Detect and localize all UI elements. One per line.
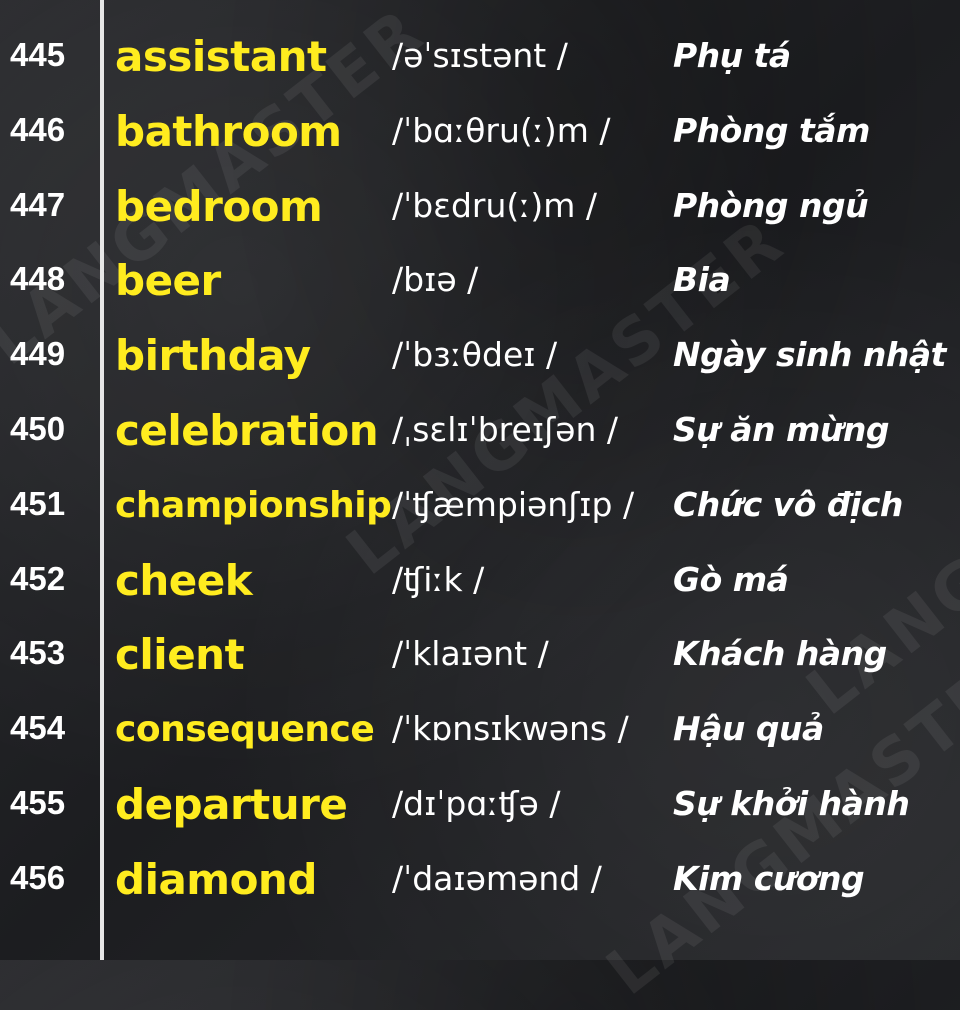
entry-number: 456	[10, 858, 66, 896]
entry-number: 452	[10, 559, 66, 597]
entry-pronunciation: /ˈbɛdru(ː)m /	[392, 185, 598, 225]
entry-meaning: Kim cương	[673, 858, 865, 898]
entry-word: birthday	[115, 331, 311, 381]
entry-number: 447	[10, 185, 66, 223]
list-item: 445 assistant /əˈsɪstənt / Phụ tá	[0, 22, 960, 97]
entry-number: 446	[10, 110, 66, 148]
vocabulary-list: 445 assistant /əˈsɪstənt / Phụ tá 446 ba…	[0, 22, 960, 920]
entry-word: assistant	[115, 32, 327, 81]
entry-meaning: Sự ăn mừng	[673, 409, 890, 449]
entry-number: 454	[10, 709, 66, 747]
entry-pronunciation: /ˈdaɪəmənd /	[392, 858, 602, 898]
list-item: 446 bathroom /ˈbɑːθru(ː)m / Phòng tắm	[0, 97, 960, 172]
entry-word: bathroom	[115, 106, 342, 156]
entry-word: departure	[115, 779, 348, 829]
entry-pronunciation: /ˈkɒnsɪkwəns /	[392, 709, 629, 749]
entry-word: client	[115, 630, 245, 680]
entry-word: cheek	[115, 555, 253, 605]
entry-meaning: Chức vô địch	[673, 484, 903, 524]
entry-meaning: Khách hàng	[673, 634, 887, 674]
entry-pronunciation: /ʧiːk /	[392, 559, 485, 599]
entry-word: celebration	[115, 405, 379, 455]
entry-number: 448	[10, 260, 66, 298]
entry-meaning: Hậu quả	[673, 709, 824, 749]
entry-word: beer	[115, 256, 221, 306]
list-item: 447 bedroom /ˈbɛdru(ː)m / Phòng ngủ	[0, 172, 960, 247]
entry-meaning: Phòng tắm	[673, 110, 870, 150]
entry-pronunciation: /əˈsɪstənt /	[392, 36, 568, 75]
entry-pronunciation: /ˌsɛlɪˈbreɪʃən /	[392, 409, 618, 449]
list-item: 456 diamond /ˈdaɪəmənd / Kim cương	[0, 845, 960, 920]
entry-meaning: Phòng ngủ	[673, 185, 869, 225]
entry-word: diamond	[115, 854, 317, 904]
entry-meaning: Phụ tá	[673, 36, 791, 75]
entry-number: 445	[10, 36, 66, 73]
list-item: 450 celebration /ˌsɛlɪˈbreɪʃən / Sự ăn m…	[0, 396, 960, 471]
entry-meaning: Ngày sinh nhật	[673, 335, 946, 375]
list-item: 451 championship /ˈʧæmpiənʃɪp / Chức vô …	[0, 471, 960, 546]
entry-word: championship	[115, 484, 392, 526]
entry-number: 451	[10, 484, 66, 522]
entry-number: 450	[10, 409, 66, 447]
entry-meaning: Bia	[673, 260, 731, 300]
list-item: 448 beer /bɪə / Bia	[0, 246, 960, 321]
entry-pronunciation: /dɪˈpɑːʧə /	[392, 783, 561, 823]
list-item: 455 departure /dɪˈpɑːʧə / Sự khởi hành	[0, 770, 960, 845]
entry-pronunciation: /ˈklaɪənt /	[392, 634, 549, 674]
entry-number: 453	[10, 634, 66, 672]
entry-word: bedroom	[115, 181, 323, 231]
entry-pronunciation: /ˈbɜːθdeɪ /	[392, 335, 558, 375]
list-item: 453 client /ˈklaɪənt / Khách hàng	[0, 620, 960, 695]
entry-pronunciation: /ˈbɑːθru(ː)m /	[392, 110, 611, 150]
entry-number: 455	[10, 783, 66, 821]
entry-pronunciation: /bɪə /	[392, 260, 479, 300]
list-item: 454 consequence /ˈkɒnsɪkwəns / Hậu quả	[0, 695, 960, 770]
list-item: 449 birthday /ˈbɜːθdeɪ / Ngày sinh nhật	[0, 321, 960, 396]
entry-meaning: Sự khởi hành	[673, 783, 910, 823]
list-item: 452 cheek /ʧiːk / Gò má	[0, 546, 960, 621]
entry-word: consequence	[115, 709, 375, 751]
entry-meaning: Gò má	[673, 559, 789, 599]
entry-pronunciation: /ˈʧæmpiənʃɪp /	[392, 484, 635, 524]
entry-number: 449	[10, 335, 66, 373]
